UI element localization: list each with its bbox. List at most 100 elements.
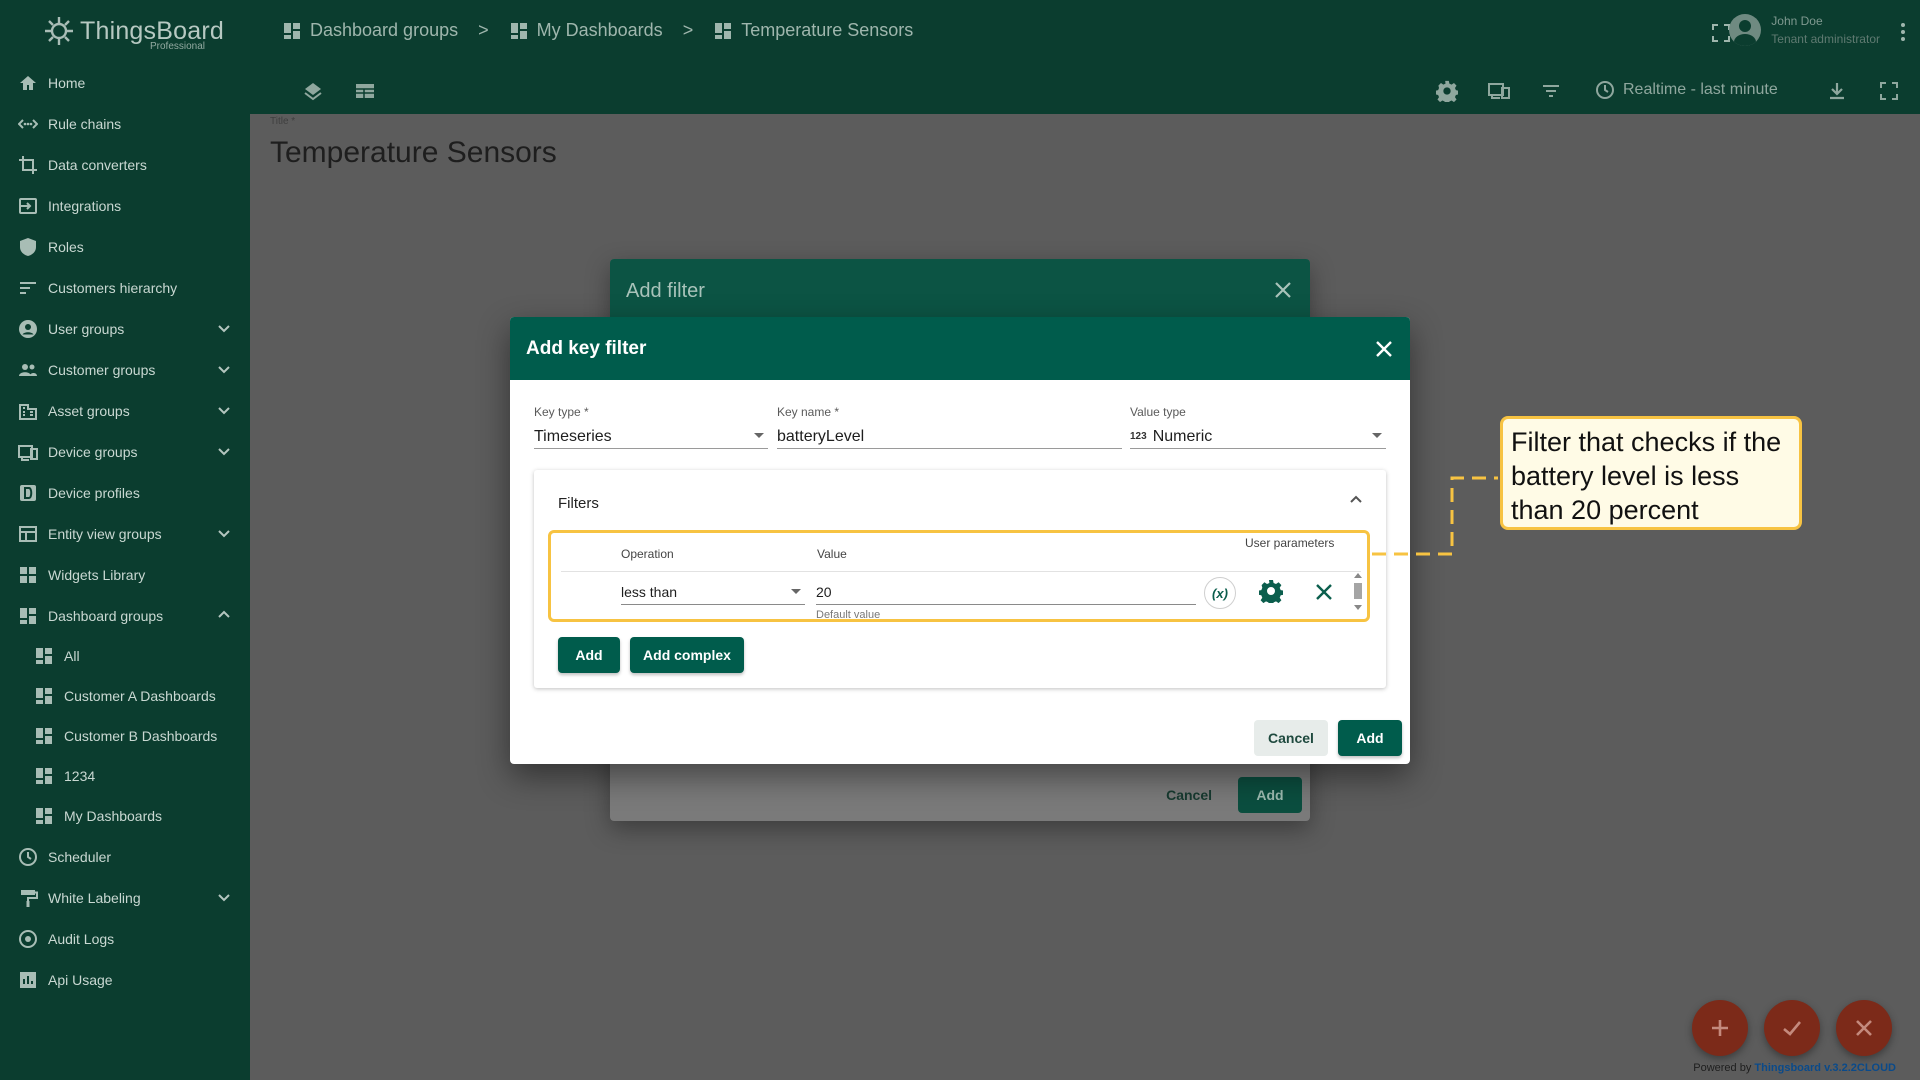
dynamic-value-button[interactable]: (x) [1204, 577, 1236, 609]
chevron-down-icon[interactable] [216, 402, 232, 418]
key-type-select[interactable]: Key type * Timeseries [534, 405, 768, 449]
filters-title: Filters [558, 495, 599, 512]
add-filter-add-button[interactable]: Add [1238, 777, 1302, 813]
value-type-select[interactable]: Value type 123 Numeric [1130, 405, 1386, 449]
value-input[interactable]: 20 [816, 579, 1196, 605]
close-icon[interactable] [1374, 339, 1394, 359]
sidebar-subitem-label: My Dashboards [64, 808, 163, 824]
sidebar-item-widgets-library[interactable]: Widgets Library [0, 554, 250, 595]
user-menu[interactable]: John Doe Tenant administrator [1729, 14, 1880, 46]
page-title[interactable]: Temperature Sensors [270, 136, 557, 170]
sidebar-item-roles[interactable]: Roles [0, 226, 250, 267]
sidebar-item-scheduler[interactable]: Scheduler [0, 836, 250, 877]
sidebar-item-customers-hierarchy[interactable]: Customers hierarchy [0, 267, 250, 308]
value-hint: Default value [816, 609, 881, 621]
download-icon[interactable] [1826, 80, 1848, 102]
sidebar-item-label: Audit Logs [48, 930, 115, 947]
add-complex-button[interactable]: Add complex [630, 637, 744, 673]
numeric-icon: 123 [1130, 431, 1147, 442]
sidebar-item-label: Data converters [48, 156, 147, 173]
sidebar-item-label: Home [48, 74, 86, 91]
user-icon [19, 319, 37, 338]
add-widget-fab[interactable] [1692, 1000, 1748, 1056]
breadcrumb-dashboard-groups[interactable]: Dashboard groups [282, 20, 458, 41]
chevron-up-icon[interactable] [216, 607, 232, 623]
thingsboard-logo-icon [45, 17, 73, 45]
add-filter-button[interactable]: Add [558, 637, 620, 673]
logo[interactable]: ThingsBoard Professional [0, 0, 250, 62]
more-vert-icon[interactable] [1900, 22, 1906, 42]
layers-icon[interactable] [302, 80, 324, 102]
dropdown-arrow-icon [1372, 433, 1382, 438]
plus-icon [1712, 1020, 1728, 1036]
cancel-button[interactable]: Cancel [1254, 720, 1328, 756]
operation-select[interactable]: less than [621, 579, 805, 605]
sidebar-item-customer-groups[interactable]: Customer groups [0, 349, 250, 390]
discard-fab[interactable] [1836, 1000, 1892, 1056]
sidebar-item-integrations[interactable]: Integrations [0, 185, 250, 226]
gear-icon[interactable] [1259, 579, 1283, 603]
fullscreen-icon[interactable] [1878, 80, 1900, 102]
scroll-down-icon[interactable] [1354, 605, 1362, 610]
chevron-down-icon[interactable] [216, 320, 232, 336]
remove-filter-icon[interactable] [1315, 583, 1333, 601]
fullscreen-icon[interactable] [1712, 24, 1730, 42]
submit-add-button[interactable]: Add [1338, 720, 1402, 756]
filter-icon[interactable] [1540, 80, 1562, 102]
sidebar-item-device-groups[interactable]: Device groups [0, 431, 250, 472]
timewindow-button[interactable]: Realtime - last minute [1595, 80, 1778, 100]
sidebar-subitem-customer-b[interactable]: Customer B Dashboards [0, 716, 250, 756]
scroll-thumb[interactable] [1354, 583, 1362, 599]
title-label: Title * [270, 116, 296, 127]
user-parameters-column-header: User parameters [1245, 536, 1335, 550]
sidebar-item-home[interactable]: Home [0, 62, 250, 103]
close-icon [1856, 1020, 1872, 1036]
user-name: John Doe [1771, 14, 1823, 28]
sidebar-subitem-my-dashboards[interactable]: My Dashboards [0, 796, 250, 836]
save-fab[interactable] [1764, 1000, 1820, 1056]
key-name-value-wrap: batteryLevel [777, 425, 1122, 449]
filter-row-highlight: Operation Value User parameters less tha… [548, 530, 1370, 622]
sidebar-item-white-labeling[interactable]: White Labeling [0, 877, 250, 918]
sidebar-subitem-customer-a[interactable]: Customer A Dashboards [0, 676, 250, 716]
asset-icon [19, 403, 37, 420]
sidebar-item-asset-groups[interactable]: Asset groups [0, 390, 250, 431]
chevron-down-icon[interactable] [216, 525, 232, 541]
value-column-header: Value [817, 547, 847, 561]
chevron-down-icon[interactable] [216, 889, 232, 905]
add-filter-cancel-button[interactable]: Cancel [1166, 787, 1212, 803]
integrations-icon [19, 197, 37, 214]
sidebar-item-label: Entity view groups [48, 525, 162, 542]
key-name-value: batteryLevel [777, 427, 865, 445]
sidebar-item-user-groups[interactable]: User groups [0, 308, 250, 349]
sidebar-item-rule-chains[interactable]: Rule chains [0, 103, 250, 144]
chevron-down-icon[interactable] [216, 361, 232, 377]
key-name-input[interactable]: Key name * batteryLevel [777, 405, 1122, 449]
sidebar-item-audit-logs[interactable]: Audit Logs [0, 918, 250, 959]
sidebar-item-data-converters[interactable]: Data converters [0, 144, 250, 185]
powered-link[interactable]: Thingsboard v.3.2.2CLOUD [1754, 1062, 1896, 1074]
sidebar-item-dashboard-groups[interactable]: Dashboard groups [0, 595, 250, 636]
scroll-up-icon[interactable] [1354, 573, 1362, 578]
dropdown-arrow-icon [791, 589, 801, 594]
sidebar-item-entity-view-groups[interactable]: Entity view groups [0, 513, 250, 554]
chevron-up-icon[interactable] [1348, 492, 1364, 508]
dashboard-icon [284, 22, 300, 39]
sidebar-item-label: Roles [48, 238, 84, 255]
sidebar-subitem-all[interactable]: All [0, 636, 250, 676]
close-icon[interactable] [1274, 281, 1292, 299]
breadcrumb-my-dashboards[interactable]: My Dashboards [509, 20, 663, 41]
operation-value: less than [621, 583, 678, 600]
key-type-value: Timeseries [534, 427, 612, 445]
dashboard-icon [36, 768, 52, 784]
scrollbar[interactable] [1353, 571, 1363, 615]
devices-icon[interactable] [1488, 80, 1510, 102]
gear-icon[interactable] [1436, 80, 1458, 102]
sidebar-item-api-usage[interactable]: Api Usage [0, 959, 250, 1000]
key-type-value-wrap: Timeseries [534, 425, 768, 449]
sidebar-item-device-profiles[interactable]: Device profiles [0, 472, 250, 513]
breadcrumb-label: Temperature Sensors [741, 20, 914, 40]
sidebar-subitem-1234[interactable]: 1234 [0, 756, 250, 796]
layout-icon[interactable] [354, 80, 376, 102]
chevron-down-icon[interactable] [216, 443, 232, 459]
